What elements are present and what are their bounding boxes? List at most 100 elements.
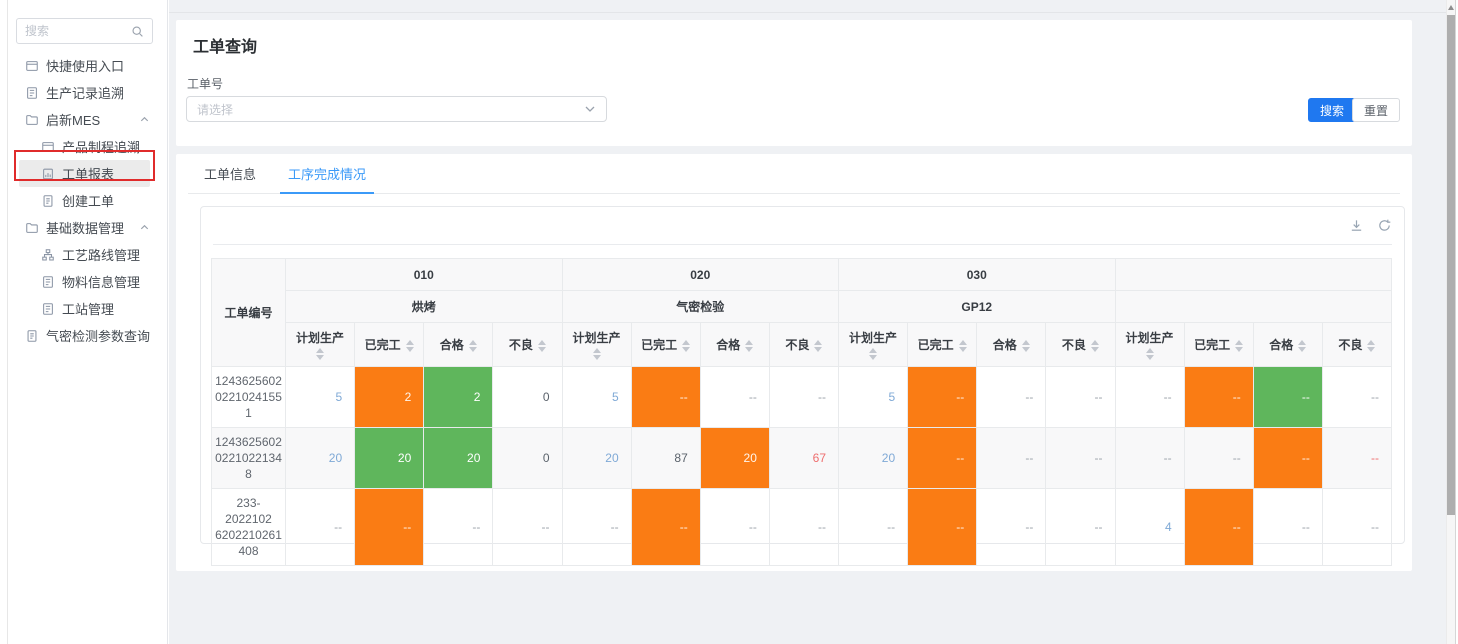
sidebar-menu: 快捷使用入口生产记录追溯启新MES产品制程追溯工单报表创建工单基础数据管理工艺路… xyxy=(9,52,168,349)
metric-header[interactable]: 计划生产 xyxy=(1115,323,1184,367)
record-icon xyxy=(25,86,39,100)
value-cell: -- xyxy=(1253,489,1322,566)
sidebar-item[interactable]: 快捷使用入口 xyxy=(19,52,150,79)
sidebar-item-label: 工站管理 xyxy=(62,299,114,318)
sort-icon[interactable] xyxy=(959,340,967,352)
sidebar-item-label: 工单报表 xyxy=(62,164,114,183)
value-cell[interactable]: 20 xyxy=(562,428,631,489)
sort-icon[interactable] xyxy=(316,348,324,360)
sort-icon[interactable] xyxy=(469,340,477,352)
value-cell: -- xyxy=(355,489,424,566)
scrollbar-thumb[interactable] xyxy=(1447,15,1455,515)
top-divider xyxy=(169,12,1446,13)
sidebar-item-label: 物料信息管理 xyxy=(62,272,140,291)
sort-icon[interactable] xyxy=(869,348,877,360)
group-name-header xyxy=(1115,291,1392,323)
value-cell: -- xyxy=(977,367,1046,428)
tab-work-order-info[interactable]: 工单信息 xyxy=(188,154,272,193)
sidebar-item[interactable]: 气密检测参数查询 xyxy=(19,322,150,349)
metric-header[interactable]: 计划生产 xyxy=(562,323,631,367)
sidebar-item-label: 创建工单 xyxy=(62,191,114,210)
group-code-header: 020 xyxy=(562,259,839,291)
sort-icon[interactable] xyxy=(406,340,414,352)
sidebar-search[interactable] xyxy=(16,18,153,44)
value-cell[interactable]: 5 xyxy=(839,367,908,428)
search-button[interactable]: 搜索 xyxy=(1308,98,1356,122)
metric-header[interactable]: 计划生产 xyxy=(286,323,355,367)
sidebar-item-label: 快捷使用入口 xyxy=(46,56,124,75)
sort-icon[interactable] xyxy=(1022,340,1030,352)
sort-icon[interactable] xyxy=(593,348,601,360)
metric-header[interactable]: 已完工 xyxy=(631,323,700,367)
sort-icon[interactable] xyxy=(1367,340,1375,352)
value-cell: -- xyxy=(1184,489,1253,566)
refresh-icon[interactable] xyxy=(1377,218,1392,233)
tab-process-completion[interactable]: 工序完成情况 xyxy=(272,154,382,193)
value-cell[interactable]: 20 xyxy=(286,428,355,489)
value-cell: 2 xyxy=(424,367,493,428)
main-content: 工单查询 工单号 请选择 搜索 重置 工单信息 工序完成情况 xyxy=(169,0,1446,644)
metric-header[interactable]: 已完工 xyxy=(1184,323,1253,367)
sidebar-item[interactable]: 基础数据管理 xyxy=(19,214,150,241)
metric-header[interactable]: 已完工 xyxy=(908,323,977,367)
value-cell[interactable]: 20 xyxy=(839,428,908,489)
download-icon[interactable] xyxy=(1349,218,1364,233)
sitemap-icon xyxy=(41,248,55,262)
sidebar-item[interactable]: 生产记录追溯 xyxy=(19,79,150,106)
metric-header[interactable]: 合格 xyxy=(424,323,493,367)
metric-header[interactable]: 合格 xyxy=(700,323,769,367)
sidebar-item[interactable]: 产品制程追溯 xyxy=(19,133,150,160)
sidebar-item[interactable]: 创建工单 xyxy=(19,187,150,214)
value-cell: -- xyxy=(977,489,1046,566)
sidebar-item[interactable]: 启新MES xyxy=(19,106,150,133)
value-cell[interactable]: 5 xyxy=(562,367,631,428)
value-cell[interactable]: 4 xyxy=(1115,489,1184,566)
window-icon xyxy=(41,140,55,154)
group-name-header: 烘烤 xyxy=(286,291,563,323)
sort-icon[interactable] xyxy=(745,340,753,352)
sort-icon[interactable] xyxy=(1146,348,1154,360)
search-input[interactable] xyxy=(25,24,131,38)
sidebar-item[interactable]: 物料信息管理 xyxy=(19,268,150,295)
value-cell[interactable]: 5 xyxy=(286,367,355,428)
value-cell: -- xyxy=(769,489,838,566)
doc-icon xyxy=(41,194,55,208)
sidebar-item[interactable]: 工站管理 xyxy=(19,295,150,322)
sort-icon[interactable] xyxy=(538,340,546,352)
chevron-up-icon[interactable] xyxy=(139,222,150,233)
metric-header[interactable]: 合格 xyxy=(1253,323,1322,367)
sidebar-item[interactable]: 工单报表 xyxy=(19,160,150,187)
value-cell: 20 xyxy=(700,428,769,489)
value-cell: -- xyxy=(1184,367,1253,428)
table-toolbar xyxy=(213,207,1392,245)
reset-button[interactable]: 重置 xyxy=(1352,98,1400,122)
page-title: 工单查询 xyxy=(193,33,257,57)
value-cell: -- xyxy=(631,489,700,566)
vertical-scrollbar[interactable] xyxy=(1446,0,1455,644)
work-order-select[interactable]: 请选择 xyxy=(186,96,607,122)
sort-icon[interactable] xyxy=(682,340,690,352)
scrollbar-up-arrow[interactable] xyxy=(1448,5,1454,10)
search-icon xyxy=(131,25,144,38)
sidebar-item[interactable]: 工艺路线管理 xyxy=(19,241,150,268)
table-row: 12436256020221024155152205------5-------… xyxy=(212,367,1392,428)
work-order-field-label: 工单号 xyxy=(187,75,223,92)
sort-icon[interactable] xyxy=(1235,340,1243,352)
metric-header[interactable]: 不良 xyxy=(1322,323,1391,367)
sort-icon[interactable] xyxy=(814,340,822,352)
metric-header[interactable]: 不良 xyxy=(769,323,838,367)
sort-icon[interactable] xyxy=(1298,340,1306,352)
value-cell: -- xyxy=(1253,428,1322,489)
sort-icon[interactable] xyxy=(1091,340,1099,352)
value-cell: 20 xyxy=(355,428,424,489)
value-cell: 0 xyxy=(493,428,562,489)
metric-header[interactable]: 合格 xyxy=(977,323,1046,367)
metric-header[interactable]: 已完工 xyxy=(355,323,424,367)
metric-header[interactable]: 不良 xyxy=(1046,323,1115,367)
value-cell: -- xyxy=(1322,367,1391,428)
doc-icon xyxy=(25,329,39,343)
metric-header[interactable]: 计划生产 xyxy=(839,323,908,367)
metric-header[interactable]: 不良 xyxy=(493,323,562,367)
chevron-up-icon[interactable] xyxy=(139,114,150,125)
value-cell: -- xyxy=(908,367,977,428)
